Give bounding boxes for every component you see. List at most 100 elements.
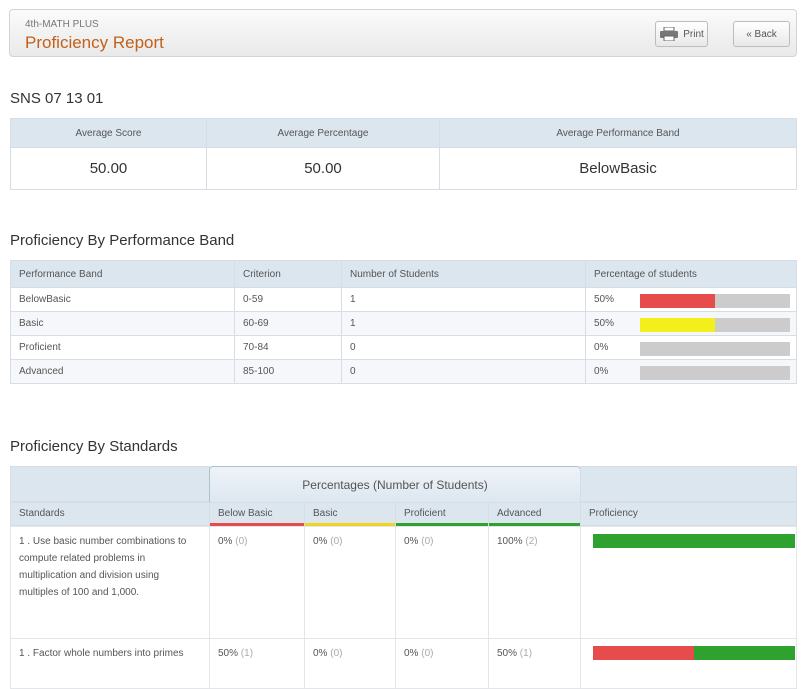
band-percentage-bar [640,342,790,356]
band-percentage-bar [640,366,790,380]
band-section-title: Proficiency By Performance Band [10,232,235,249]
percentages-group-header: Percentages (Number of Students) [209,466,581,502]
table-row: Advanced 85-100 0 0% [10,359,797,384]
advanced-cell: 50% (1) [488,638,581,689]
table-row: Proficient 70-84 0 0% [10,335,797,360]
band-percentage-cell: 0% [585,359,797,384]
below-basic-cell: 50% (1) [209,638,305,689]
proficiency-cell [580,638,797,689]
assessment-code: SNS 07 13 01 [10,90,104,107]
pct-value: 0% [313,648,328,659]
band-criterion: 60-69 [234,311,342,336]
standard-description: 1 . Factor whole numbers into primes [10,638,210,689]
count-value: (2) [525,536,538,547]
basic-cell: 0% (0) [304,638,396,689]
count-value: (1) [240,648,254,659]
course-name: 4th-MATH PLUS [25,19,99,30]
band-percentage-cell: 50% [585,311,797,336]
avg-band-value: BelowBasic [439,147,797,190]
proficient-label: Proficient [404,508,446,519]
band-students: 1 [341,311,586,336]
standards-section-title: Proficiency By Standards [10,438,178,455]
band-name: Advanced [10,359,235,384]
students-col-header: Number of Students [341,260,586,288]
back-label: « Back [746,28,777,40]
band-name: Proficient [10,335,235,360]
proficient-col-header: Proficient [395,502,489,526]
proficiency-cell [580,526,797,639]
pct-value: 0% [404,648,419,659]
band-students: 0 [341,335,586,360]
pct-value: 50% [497,648,518,659]
band-percentage-label: 50% [594,294,615,305]
count-value: (0) [421,648,434,659]
count-value: (0) [421,536,434,547]
proficiency-bar [593,534,795,548]
band-criterion: 70-84 [234,335,342,360]
criterion-col-header: Criterion [234,260,342,288]
proficiency-header-spacer [580,466,797,502]
proficient-cell: 0% (0) [395,638,489,689]
band-percentage-fill [640,318,715,332]
count-value: (0) [330,536,343,547]
pct-value: 0% [313,536,328,547]
proficiency-bar [593,646,795,660]
back-button[interactable]: « Back [733,21,790,47]
standards-header-spacer [10,466,210,502]
band-percentage-cell: 50% [585,287,797,312]
band-students: 0 [341,359,586,384]
count-value: (1) [519,648,533,659]
page-title: Proficiency Report [25,33,164,52]
pct-value: 0% [404,536,419,547]
table-row: BelowBasic 0-59 1 50% [10,287,797,312]
advanced-cell: 100% (2) [488,526,581,639]
avg-score-header: Average Score [10,118,207,148]
band-criterion: 0-59 [234,287,342,312]
band-percentage-label: 0% [594,342,609,353]
proficiency-bar-above [694,646,795,660]
band-percentage-label: 0% [594,366,609,377]
band-table: Performance Band Criterion Number of Stu… [10,260,797,384]
band-criterion: 85-100 [234,359,342,384]
band-name: BelowBasic [10,287,235,312]
avg-percentage-value: 50.00 [206,147,440,190]
avg-percentage-header: Average Percentage [206,118,440,148]
proficiency-bar-below [593,646,694,660]
print-label: Print [683,28,704,40]
standards-table: Percentages (Number of Students) Standar… [10,466,797,689]
band-col-header: Performance Band [10,260,235,288]
basic-label: Basic [313,508,338,519]
proficient-cell: 0% (0) [395,526,489,639]
printer-icon [660,27,679,41]
advanced-label: Advanced [497,508,542,519]
pct-value: 0% [218,536,233,547]
band-percentage-label: 50% [594,318,615,329]
basic-cell: 0% (0) [304,526,396,639]
avg-score-value: 50.00 [10,147,207,190]
report-header: 4th-MATH PLUS Proficiency Report Print «… [9,9,797,57]
percentage-col-header: Percentage of students [585,260,797,288]
standards-col-header: Standards [10,502,210,526]
count-value: (0) [330,648,343,659]
below-basic-label: Below Basic [218,508,273,519]
band-percentage-bar [640,318,790,332]
print-button[interactable]: Print [655,21,708,47]
below-basic-col-header: Below Basic [209,502,305,526]
standard-description: 1 . Use basic number combinations to com… [10,526,210,639]
band-percentage-bar [640,294,790,308]
proficiency-col-header: Proficiency [580,502,797,526]
band-students: 1 [341,287,586,312]
advanced-col-header: Advanced [488,502,581,526]
count-value: (0) [235,536,248,547]
band-name: Basic [10,311,235,336]
basic-col-header: Basic [304,502,396,526]
summary-table: Average Score Average Percentage Average… [10,118,797,190]
table-row: Basic 60-69 1 50% [10,311,797,336]
avg-band-header: Average Performance Band [439,118,797,148]
band-percentage-cell: 0% [585,335,797,360]
below-basic-cell: 0% (0) [209,526,305,639]
pct-value: 100% [497,536,523,547]
band-percentage-fill [640,294,715,308]
proficiency-bar-above [593,534,795,548]
pct-value: 50% [218,648,239,659]
